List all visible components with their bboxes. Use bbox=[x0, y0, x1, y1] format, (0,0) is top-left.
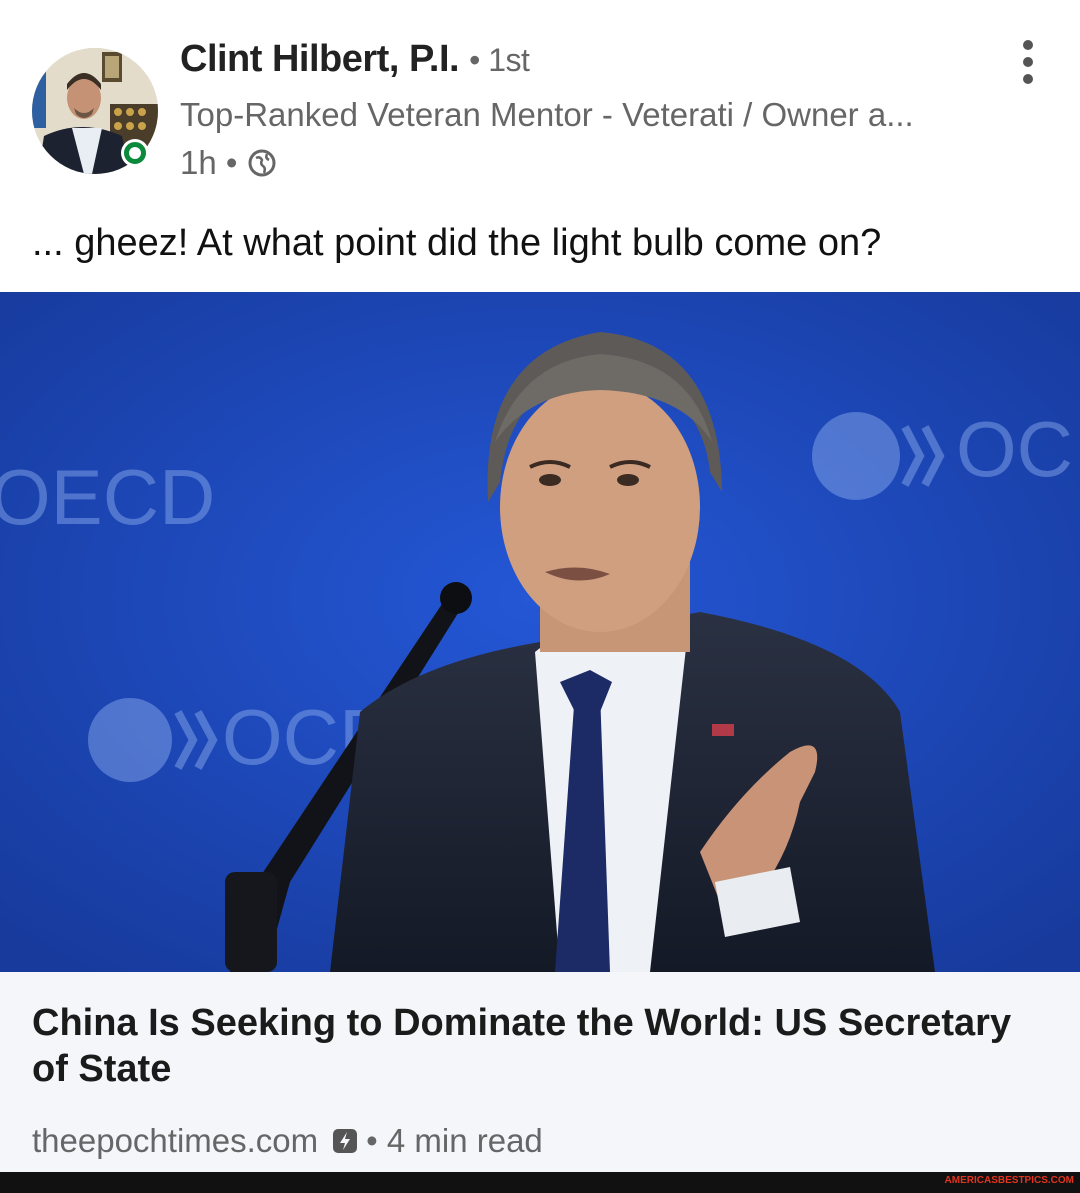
author-name-text[interactable]: Clint Hilbert, P.I. bbox=[180, 38, 460, 80]
article-image[interactable]: OECD OCD OC bbox=[0, 292, 1080, 972]
post-time: 1h • bbox=[180, 144, 238, 181]
post-meta: 1h • bbox=[180, 144, 277, 182]
globe-icon bbox=[248, 149, 276, 177]
author-headline: Top-Ranked Veteran Mentor - Veterati / O… bbox=[180, 96, 914, 133]
article-source-row: theepochtimes.com • 4 min read bbox=[32, 1122, 543, 1160]
author-name[interactable]: Clint Hilbert, P.I. • 1st bbox=[180, 38, 530, 81]
online-status-indicator bbox=[124, 142, 146, 164]
post-text: ... gheez! At what point did the light b… bbox=[32, 222, 882, 264]
more-options-icon[interactable] bbox=[1010, 40, 1046, 84]
article-link-card[interactable]: China Is Seeking to Dominate the World: … bbox=[0, 972, 1080, 1172]
article-title[interactable]: China Is Seeking to Dominate the World: … bbox=[32, 1000, 1052, 1092]
oecd-backdrop-text-right: OC bbox=[956, 405, 1073, 493]
article-read-time: • 4 min read bbox=[366, 1122, 543, 1159]
lightning-icon bbox=[333, 1129, 358, 1153]
article-source: theepochtimes.com bbox=[32, 1122, 319, 1159]
post-header: Clint Hilbert, P.I. • 1st Top-Ranked Vet… bbox=[0, 0, 1080, 200]
watermark: AMERICASBESTPICS.COM bbox=[944, 1175, 1074, 1186]
oecd-backdrop-text-left: OECD bbox=[0, 453, 215, 541]
connection-degree: • 1st bbox=[469, 42, 530, 78]
footer-bar: AMERICASBESTPICS.COM bbox=[0, 1172, 1080, 1193]
